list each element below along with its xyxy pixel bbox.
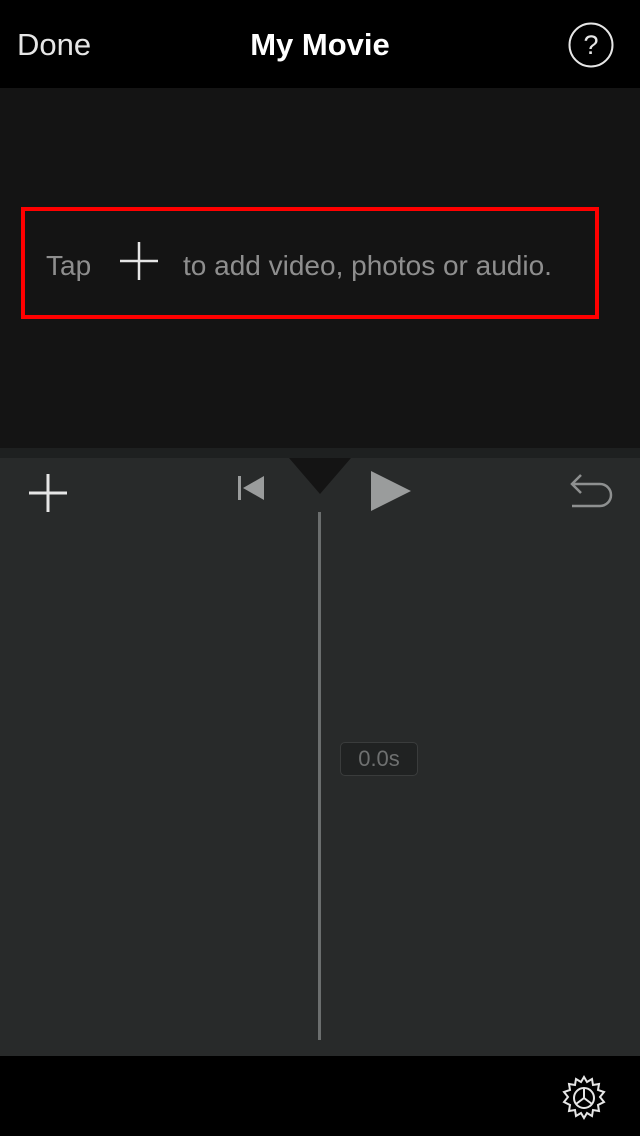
play-button[interactable] bbox=[368, 468, 414, 514]
hint-prefix-text: Tap bbox=[46, 250, 92, 281]
play-icon bbox=[371, 471, 411, 511]
help-button[interactable]: ? bbox=[568, 22, 614, 68]
viewer-timeline-divider bbox=[0, 448, 640, 458]
add-media-button[interactable] bbox=[26, 471, 70, 515]
svg-text:?: ? bbox=[583, 30, 598, 60]
hint-suffix-text: to add video, photos or audio. bbox=[183, 250, 552, 281]
playhead-line bbox=[318, 512, 321, 1040]
question-mark-circle-icon: ? bbox=[568, 22, 614, 68]
nav-bar: Done My Movie ? bbox=[0, 0, 640, 88]
undo-icon bbox=[570, 474, 613, 508]
timeline[interactable]: 0.0s bbox=[0, 458, 640, 1056]
plus-icon bbox=[29, 474, 67, 512]
undo-button[interactable] bbox=[566, 470, 616, 510]
playhead-pointer bbox=[289, 458, 351, 494]
skip-to-start-icon bbox=[238, 476, 264, 500]
duration-badge: 0.0s bbox=[340, 742, 418, 776]
rewind-button[interactable] bbox=[234, 472, 270, 504]
plus-icon bbox=[118, 240, 160, 282]
page-title: My Movie bbox=[250, 27, 390, 62]
gear-icon bbox=[562, 1075, 606, 1120]
bottom-toolbar bbox=[0, 1056, 640, 1136]
settings-button[interactable] bbox=[560, 1074, 608, 1122]
movie-viewer: Tap to add video, photos or audio. bbox=[0, 88, 640, 448]
